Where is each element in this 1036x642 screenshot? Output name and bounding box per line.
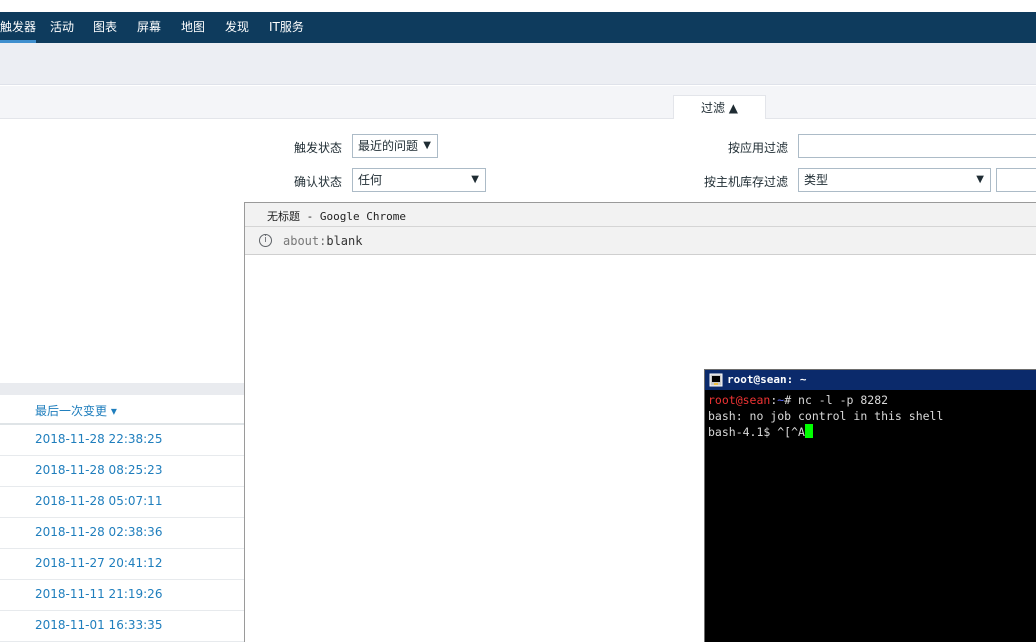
last-change-cell[interactable]: 2018-11-11 21:19:26	[35, 587, 162, 601]
url-path: blank	[326, 234, 363, 248]
last-change-cell[interactable]: 2018-11-28 05:07:11	[35, 494, 162, 508]
last-change-cell[interactable]: 2018-11-01 16:33:35	[35, 618, 162, 632]
chrome-window-title: 无标题 - Google Chrome	[267, 210, 406, 223]
trigger-state-value: 最近的问题	[358, 139, 419, 153]
top-nav-bar: 触发器 活动 图表 屏幕 地图 发现 IT服务	[0, 12, 1036, 43]
last-change-column-header[interactable]: 最后一次变更 ▾	[35, 402, 117, 419]
chrome-title-bar[interactable]: 无标题 - Google Chrome	[245, 203, 1036, 227]
terminal-title: root@sean: ~	[727, 373, 807, 386]
dropdown-arrow-icon: ▼	[423, 140, 431, 151]
info-icon[interactable]: i	[259, 234, 272, 247]
table-row: 2018-11-28 22:38:25	[0, 425, 244, 456]
screen: 触发器 活动 图表 屏幕 地图 发现 IT服务 过滤 ▲ 触发状态 最近的问题 …	[0, 0, 1036, 642]
terminal-line-3-text: bash-4.1$ ^[^A	[708, 425, 805, 439]
nav-item-graphs[interactable]: 图表	[93, 12, 117, 43]
table-row: 2018-11-28 08:25:23	[0, 456, 244, 487]
dropdown-arrow-icon: ▼	[976, 174, 984, 185]
chrome-url[interactable]: about:blank	[283, 234, 362, 248]
table-row: 2018-11-28 05:07:11	[0, 487, 244, 518]
table-top-band	[0, 383, 244, 395]
table-row: 2018-11-28 02:38:36	[0, 518, 244, 549]
ack-state-label: 确认状态	[294, 175, 343, 189]
trigger-state-label: 触发状态	[294, 141, 343, 155]
terminal-output[interactable]: root@sean:~# nc -l -p 8282 bash: no job …	[708, 392, 1036, 440]
host-inventory-type-select[interactable]: 类型 ▼	[798, 168, 991, 192]
terminal-line-1: root@sean:~# nc -l -p 8282	[708, 392, 1036, 408]
ack-state-select[interactable]: 任何 ▼	[352, 168, 486, 192]
terminal-title-bar[interactable]: root@sean: ~	[705, 370, 1036, 390]
terminal-cursor	[804, 424, 813, 438]
nav-item-screens[interactable]: 屏幕	[137, 12, 161, 43]
app-filter-input[interactable]	[798, 134, 1036, 158]
app-filter-label: 按应用过滤	[728, 141, 789, 155]
url-scheme: about:	[283, 234, 327, 248]
last-change-cell[interactable]: 2018-11-28 22:38:25	[35, 432, 162, 446]
nav-item-triggers[interactable]: 触发器	[0, 12, 37, 43]
table-header: 最后一次变更 ▾	[0, 395, 244, 425]
host-inventory-type-value: 类型	[804, 173, 829, 187]
trigger-state-select[interactable]: 最近的问题 ▼	[352, 134, 438, 158]
nav-item-events[interactable]: 活动	[50, 12, 74, 43]
last-change-cell[interactable]: 2018-11-27 20:41:12	[35, 556, 162, 570]
nav-item-maps[interactable]: 地图	[181, 12, 205, 43]
filter-toggle-tab[interactable]: 过滤 ▲	[673, 95, 766, 119]
terminal-command: # nc -l -p 8282	[784, 393, 889, 407]
nav-item-discovery[interactable]: 发现	[225, 12, 249, 43]
host-inventory-value-input[interactable]	[996, 168, 1036, 192]
last-change-cell[interactable]: 2018-11-28 02:38:36	[35, 525, 162, 539]
prompt-user: root@sean	[708, 393, 771, 407]
page-header-band	[0, 43, 1036, 85]
terminal-app-icon	[709, 373, 723, 387]
terminal-window[interactable]: root@sean: ~ root@sean:~# nc -l -p 8282 …	[704, 369, 1036, 642]
host-inventory-label: 按主机库存过滤	[704, 175, 789, 189]
last-change-cell[interactable]: 2018-11-28 08:25:23	[35, 463, 162, 477]
nav-item-it-services[interactable]: IT服务	[269, 12, 304, 43]
table-row: 2018-11-27 20:41:12	[0, 549, 244, 580]
ack-state-value: 任何	[358, 173, 383, 187]
chrome-address-bar[interactable]: i about:blank	[245, 227, 1036, 255]
dropdown-arrow-icon: ▼	[471, 174, 479, 185]
table-row: 2018-11-01 16:33:35	[0, 611, 244, 642]
terminal-line-3: bash-4.1$ ^[^A	[708, 424, 1036, 440]
table-row: 2018-11-11 21:19:26	[0, 580, 244, 611]
terminal-line-2: bash: no job control in this shell	[708, 409, 944, 423]
filter-tab-strip	[0, 86, 1036, 119]
